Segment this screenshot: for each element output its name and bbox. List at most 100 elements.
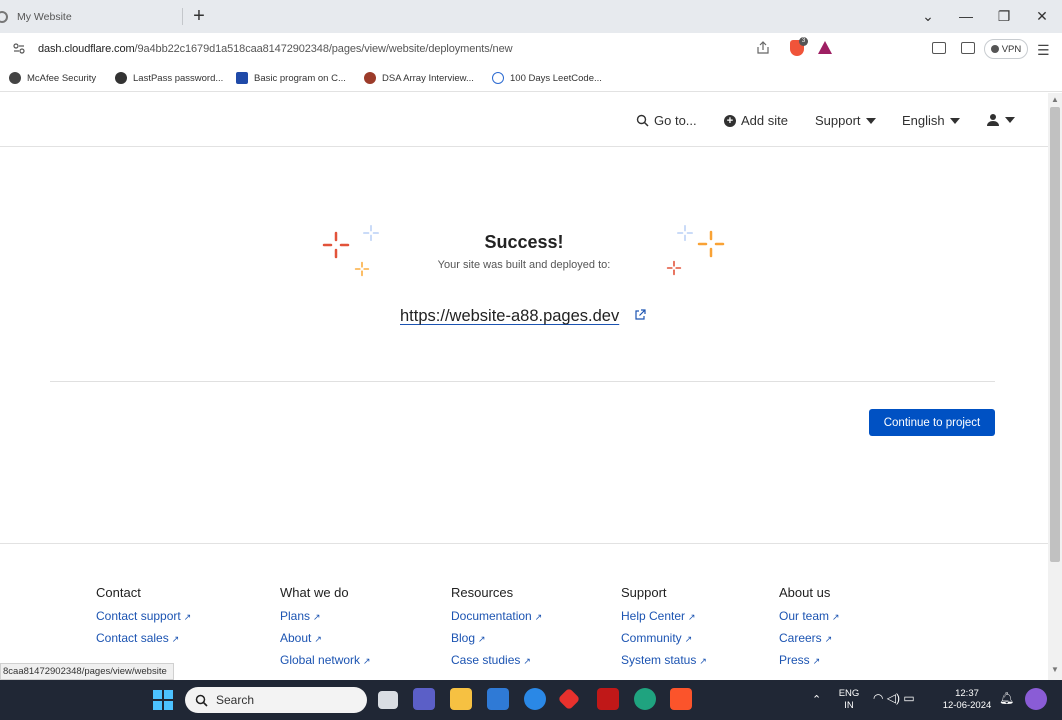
lang-top: ENG bbox=[838, 688, 860, 699]
site-favicon-icon bbox=[0, 10, 8, 23]
leetcode-icon bbox=[492, 72, 504, 84]
page-scrollbar[interactable]: ▲ ▼ bbox=[1048, 93, 1062, 680]
close-window-button[interactable]: ✕ bbox=[1027, 5, 1057, 27]
app-diamond-icon[interactable] bbox=[557, 687, 581, 711]
footer-link[interactable]: Blog ↗ bbox=[451, 631, 542, 645]
chrome-app-icon[interactable] bbox=[524, 688, 546, 710]
footer-link[interactable]: Case studies ↗ bbox=[451, 653, 542, 667]
network-volume-battery-icons[interactable]: ◠ ◁) ▭ bbox=[873, 692, 915, 704]
scroll-down-arrow-icon[interactable]: ▼ bbox=[1051, 665, 1059, 674]
ps-icon bbox=[236, 72, 248, 84]
file-explorer-icon[interactable] bbox=[450, 688, 472, 710]
wallet-icon[interactable] bbox=[961, 42, 975, 54]
footer-column-about-us: About us Our team ↗ Careers ↗ Press ↗ bbox=[779, 585, 840, 675]
windows-start-icon[interactable] bbox=[153, 690, 173, 710]
task-view-icon[interactable] bbox=[378, 691, 398, 709]
tray-overflow-chevron-up-icon[interactable]: ⌃ bbox=[812, 694, 821, 706]
footer-link[interactable]: Our team ↗ bbox=[779, 609, 840, 623]
external-link-icon[interactable] bbox=[634, 309, 646, 324]
cloudflare-top-nav: Go to... + Add site Support English bbox=[0, 93, 1048, 147]
footer-link[interactable]: Help Center ↗ bbox=[621, 609, 707, 623]
notifications-bell-icon[interactable]: 🔔︎ bbox=[999, 692, 1014, 704]
clock-time: 12:37 bbox=[955, 688, 979, 699]
external-link-icon: ↗ bbox=[183, 612, 192, 622]
toolbar: dash.cloudflare.com/9a4bb22c1679d1a518ca… bbox=[0, 33, 1062, 66]
browser-tab[interactable]: My Website bbox=[0, 0, 182, 33]
footer-column-title: Contact bbox=[96, 585, 141, 600]
footer-link[interactable]: Careers ↗ bbox=[779, 631, 840, 645]
page-viewport: Go to... + Add site Support English Succ… bbox=[0, 93, 1048, 680]
lang-bottom: IN bbox=[844, 700, 854, 711]
goto-label: Go to... bbox=[654, 113, 697, 128]
vpn-button[interactable]: VPN bbox=[984, 39, 1028, 59]
input-language-indicator[interactable]: ENG IN bbox=[834, 688, 864, 712]
continue-to-project-button[interactable]: Continue to project bbox=[869, 409, 995, 436]
external-link-icon: ↗ bbox=[699, 656, 707, 666]
add-site-label: Add site bbox=[741, 113, 788, 128]
plus-circle-icon: + bbox=[724, 114, 736, 127]
bookmark-item[interactable]: McAfee Security bbox=[9, 72, 96, 84]
caret-down-icon bbox=[1005, 117, 1015, 123]
minimize-button[interactable]: — bbox=[951, 5, 981, 27]
bookmark-item[interactable]: Basic program on C... bbox=[236, 72, 346, 84]
footer-column-resources: Resources Documentation ↗ Blog ↗ Case stud… bbox=[451, 585, 542, 675]
scrollbar-thumb[interactable] bbox=[1050, 107, 1060, 562]
footer-link[interactable]: Press ↗ bbox=[779, 653, 840, 667]
url-text[interactable]: dash.cloudflare.com/9a4bb22c1679d1a518ca… bbox=[38, 43, 513, 55]
external-link-icon: ↗ bbox=[314, 634, 322, 644]
add-site-button[interactable]: + Add site bbox=[724, 113, 788, 128]
caret-down-icon bbox=[949, 117, 960, 124]
address-bar[interactable]: dash.cloudflare.com/9a4bb22c1679d1a518ca… bbox=[2, 35, 840, 64]
vpn-icon bbox=[990, 45, 999, 53]
external-link-icon: ↗ bbox=[363, 656, 371, 666]
tab-search-chevron-down-icon[interactable]: ⌄ bbox=[913, 5, 943, 27]
language-dropdown[interactable]: English bbox=[902, 113, 960, 128]
edge-icon[interactable] bbox=[634, 688, 656, 710]
site-footer: Contact Contact support ↗ Contact sales ↗ … bbox=[0, 543, 1048, 680]
sidebar-toggle-icon[interactable] bbox=[932, 42, 946, 54]
external-link-icon: ↗ bbox=[688, 612, 696, 622]
footer-link[interactable]: About ↗ bbox=[280, 631, 371, 645]
bookmark-item[interactable]: LastPass password... bbox=[115, 72, 223, 84]
teams-icon[interactable] bbox=[413, 688, 435, 710]
footer-link[interactable]: Plans ↗ bbox=[280, 609, 371, 623]
footer-link[interactable]: Contact support ↗ bbox=[96, 609, 191, 623]
bookmark-label: Basic program on C... bbox=[254, 72, 346, 84]
deployment-url-link[interactable]: https://website-a88.pages.dev bbox=[400, 307, 619, 326]
footer-column-contact: Contact Contact support ↗ Contact sales ↗ bbox=[96, 585, 191, 653]
goto-button[interactable]: Go to... bbox=[636, 113, 697, 128]
footer-link[interactable]: Documentation ↗ bbox=[451, 609, 542, 623]
restore-button[interactable]: ❐ bbox=[989, 5, 1019, 27]
brave-rewards-icon[interactable] bbox=[818, 41, 832, 54]
copilot-icon[interactable] bbox=[1025, 688, 1047, 710]
tab-title: My Website bbox=[17, 10, 72, 23]
brave-browser-icon[interactable] bbox=[670, 688, 692, 710]
footer-link[interactable]: Global network ↗ bbox=[280, 653, 371, 667]
footer-link[interactable]: System status ↗ bbox=[621, 653, 707, 667]
bookmark-item[interactable]: DSA Array Interview... bbox=[364, 72, 474, 84]
search-icon bbox=[636, 114, 649, 127]
account-dropdown[interactable] bbox=[986, 113, 1015, 127]
mcafee-icon[interactable] bbox=[597, 688, 619, 710]
browser-menu-icon[interactable]: ☰ bbox=[1037, 42, 1050, 59]
footer-link[interactable]: Community ↗ bbox=[621, 631, 707, 645]
footer-column-what-we-do: What we do Plans ↗ About ↗ Global network ↗ bbox=[280, 585, 371, 675]
support-dropdown[interactable]: Support bbox=[815, 113, 876, 128]
search-icon bbox=[195, 694, 208, 707]
brave-shields-icon[interactable]: 3 bbox=[790, 37, 808, 56]
shields-count-badge: 3 bbox=[799, 37, 808, 46]
share-icon[interactable] bbox=[756, 41, 770, 57]
footer-link[interactable]: Contact sales ↗ bbox=[96, 631, 191, 645]
new-tab-button[interactable]: + bbox=[189, 5, 209, 27]
clock[interactable]: 12:37 12-06-2024 bbox=[938, 688, 996, 712]
bookmark-item[interactable]: 100 Days LeetCode... bbox=[492, 72, 602, 84]
site-info-icon[interactable] bbox=[13, 43, 25, 57]
content-divider bbox=[50, 381, 995, 382]
scroll-up-arrow-icon[interactable]: ▲ bbox=[1051, 95, 1059, 104]
success-title: Success! bbox=[484, 232, 564, 252]
url-host: dash.cloudflare.com bbox=[38, 43, 135, 55]
taskbar-search[interactable]: Search bbox=[185, 687, 367, 713]
url-path: /9a4bb22c1679d1a518caa81472902348/pages/… bbox=[134, 43, 513, 55]
store-icon[interactable] bbox=[487, 688, 509, 710]
external-link-icon: ↗ bbox=[832, 612, 840, 622]
